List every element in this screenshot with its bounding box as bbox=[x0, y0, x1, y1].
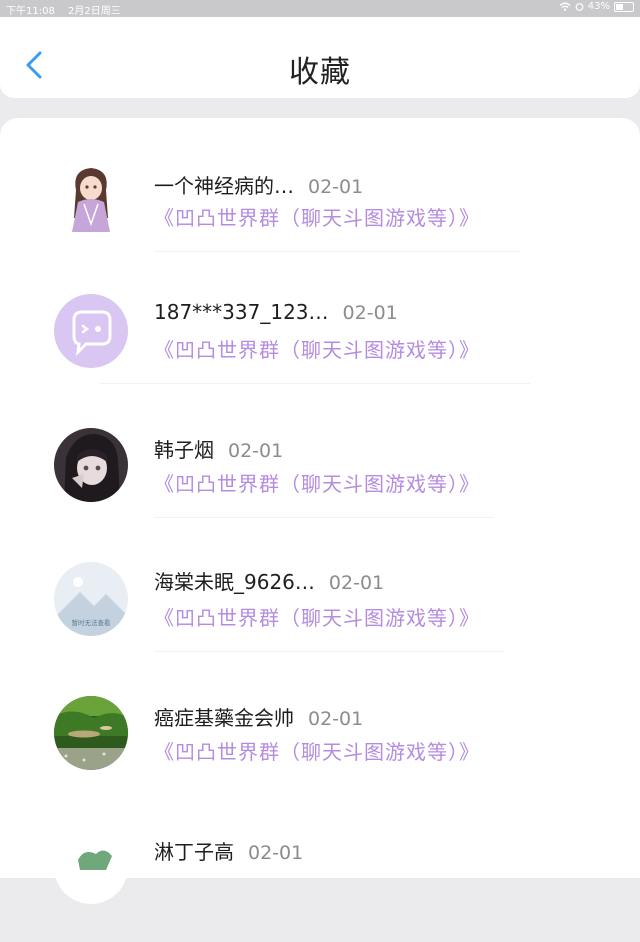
group-name: 《凹凸世界群（聊天斗图游戏等）》 bbox=[154, 338, 480, 362]
contact-name: 海棠未眠_9626… bbox=[154, 570, 315, 594]
group-name: 《凹凸世界群（聊天斗图游戏等）》 bbox=[154, 472, 480, 496]
green-avatar bbox=[54, 830, 128, 904]
list-item[interactable]: 淋丁子高 02-01 bbox=[0, 808, 640, 942]
anime-girl-avatar bbox=[54, 160, 128, 234]
group-name: 《凹凸世界群（聊天斗图游戏等）》 bbox=[154, 740, 480, 764]
wifi-icon bbox=[559, 2, 571, 11]
status-date: 2月2日周三 bbox=[68, 6, 121, 17]
favorite-date: 02-01 bbox=[228, 440, 284, 462]
placeholder-avatar: 暂时无法查看 bbox=[54, 562, 128, 636]
contact-name: 187***337_123… bbox=[154, 300, 329, 324]
list-item[interactable]: 韩子烟 02-01 《凹凸世界群（聊天斗图游戏等）》 bbox=[0, 406, 640, 540]
chat-bubble-avatar bbox=[54, 294, 128, 368]
list-item[interactable]: 暂时无法查看 海棠未眠_9626… 02-01 《凹凸世界群（聊天斗图游戏等）》 bbox=[0, 540, 640, 674]
contact-name: 淋丁子高 bbox=[154, 840, 234, 864]
dark-anime-avatar bbox=[54, 428, 128, 502]
group-name: 《凹凸世界群（聊天斗图游戏等）》 bbox=[154, 206, 480, 230]
favorites-list: 一个神经病的… 02-01 《凹凸世界群（聊天斗图游戏等）》 187***337_… bbox=[0, 118, 640, 904]
contact-name: 韩子烟 bbox=[154, 438, 214, 462]
page-title: 收藏 bbox=[289, 55, 351, 90]
favorite-date: 02-01 bbox=[308, 708, 364, 730]
list-item[interactable]: 187***337_123… 02-01 《凹凸世界群（聊天斗图游戏等）》 bbox=[0, 272, 640, 406]
list-item[interactable]: 一个神经病的… 02-01 《凹凸世界群（聊天斗图游戏等）》 bbox=[0, 138, 640, 272]
divider bbox=[154, 651, 504, 652]
favorite-date: 02-01 bbox=[342, 302, 398, 324]
contact-name: 癌症基藥金会帅 bbox=[154, 706, 294, 730]
favorite-date: 02-01 bbox=[248, 842, 304, 864]
contact-name: 一个神经病的… bbox=[154, 174, 294, 198]
divider bbox=[154, 251, 520, 252]
alarm-icon bbox=[575, 3, 584, 11]
status-time: 下午11:08 bbox=[6, 6, 55, 17]
avatar-caption: 暂时无法查看 bbox=[72, 618, 112, 627]
header: 收藏 bbox=[0, 17, 640, 98]
status-bar: 下午11:08 2月2日周三 43% bbox=[0, 0, 640, 17]
battery-percent: 43% bbox=[587, 1, 610, 12]
list-item[interactable]: 癌症基藥金会帅 02-01 《凹凸世界群（聊天斗图游戏等）》 bbox=[0, 674, 640, 808]
battery-icon bbox=[614, 1, 634, 12]
group-name: 《凹凸世界群（聊天斗图游戏等）》 bbox=[154, 606, 480, 630]
favorite-date: 02-01 bbox=[328, 572, 385, 594]
favorite-date: 02-01 bbox=[308, 176, 364, 198]
divider bbox=[100, 383, 530, 384]
divider bbox=[154, 517, 494, 518]
fish-tank-avatar bbox=[54, 696, 128, 770]
